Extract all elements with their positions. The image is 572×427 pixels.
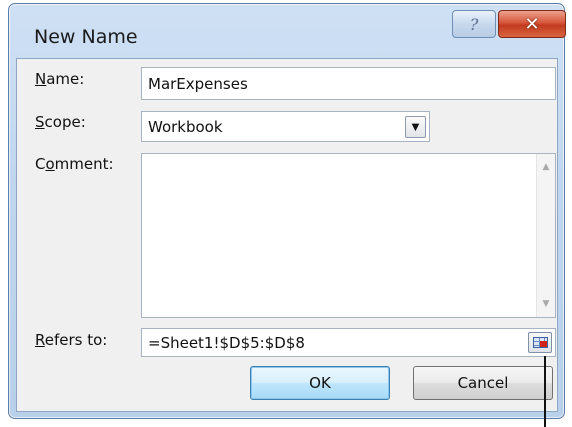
scope-select-value: Workbook bbox=[148, 117, 223, 136]
help-button[interactable]: ? bbox=[452, 10, 496, 38]
close-icon: ✕ bbox=[524, 13, 540, 35]
dialog-title: New Name bbox=[34, 26, 138, 48]
collapse-dialog-icon[interactable] bbox=[528, 332, 552, 353]
close-button[interactable]: ✕ bbox=[498, 10, 566, 38]
callout-line bbox=[544, 356, 546, 427]
scope-select[interactable]: Workbook ▼ bbox=[141, 111, 430, 142]
help-icon: ? bbox=[469, 14, 479, 34]
name-label: Name: bbox=[35, 70, 85, 88]
chevron-down-icon[interactable]: ▼ bbox=[405, 116, 426, 138]
comment-textarea[interactable]: ▲ ▼ bbox=[141, 153, 556, 318]
refers-to-input-value: =Sheet1!$D$5:$D$8 bbox=[148, 333, 305, 352]
comment-scrollbar[interactable]: ▲ ▼ bbox=[536, 154, 555, 317]
comment-label: Comment: bbox=[35, 155, 114, 173]
refers-to-label: Refers to: bbox=[35, 331, 108, 349]
scroll-down-arrow-icon[interactable]: ▼ bbox=[537, 295, 555, 313]
selection-marker bbox=[540, 341, 547, 347]
ok-button[interactable]: OK bbox=[250, 366, 390, 400]
name-input-value: MarExpenses bbox=[148, 74, 248, 93]
scope-label: Scope: bbox=[35, 113, 86, 131]
refers-to-input[interactable]: =Sheet1!$D$5:$D$8 bbox=[141, 328, 556, 357]
scroll-up-arrow-icon[interactable]: ▲ bbox=[537, 158, 555, 176]
cancel-button[interactable]: Cancel bbox=[413, 366, 553, 400]
name-input[interactable]: MarExpenses bbox=[141, 67, 556, 100]
